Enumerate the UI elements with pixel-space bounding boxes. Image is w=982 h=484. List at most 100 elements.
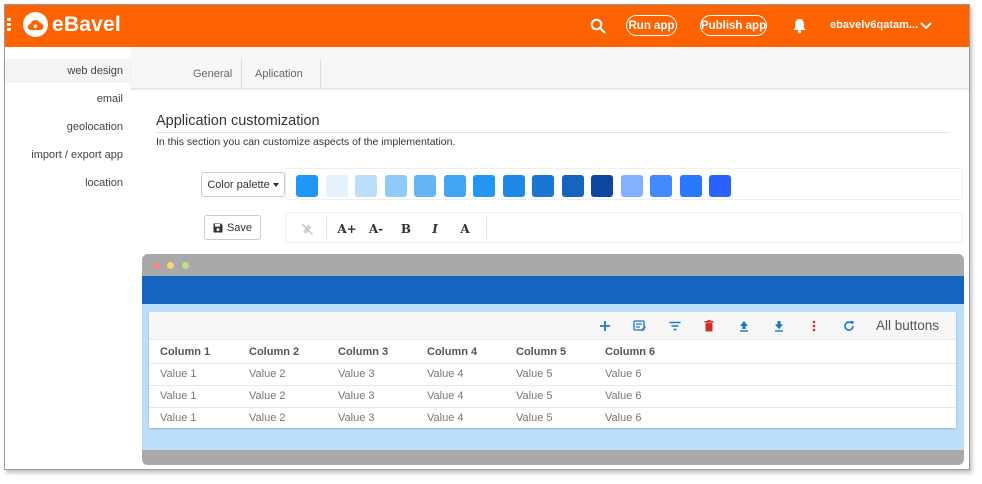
page-subtitle: In this section you can customize aspect… (156, 136, 456, 148)
preview-header (142, 276, 964, 304)
column-header: Column 6 (605, 346, 656, 358)
font-decrease-button[interactable]: A- (365, 219, 387, 239)
add-icon[interactable] (597, 318, 613, 334)
table-cell: Value 1 (160, 368, 197, 380)
tab-divider (320, 59, 321, 89)
color-swatch[interactable] (414, 175, 436, 197)
sidebar-item-import-export[interactable]: import / export app (5, 143, 131, 167)
app-name: eBavel (52, 12, 121, 36)
toolbar-divider (326, 217, 327, 239)
table-cell: Value 2 (249, 368, 286, 380)
bold-button[interactable]: B (395, 219, 417, 239)
column-header: Column 5 (516, 346, 567, 358)
tab-divider (241, 59, 242, 89)
column-header: Column 2 (249, 346, 300, 358)
row-divider (149, 407, 956, 408)
color-swatch[interactable] (443, 175, 466, 197)
caret-down-icon (272, 182, 279, 187)
table-cell: Value 2 (249, 412, 286, 424)
publish-app-button[interactable]: Publish app (700, 15, 767, 36)
window-close-dot (153, 262, 160, 269)
save-label: Save (226, 221, 253, 234)
color-swatch[interactable] (591, 175, 613, 197)
drag-handle-icon[interactable] (7, 18, 11, 34)
color-swatch[interactable] (679, 175, 702, 197)
color-swatch[interactable] (384, 175, 407, 197)
sidebar-item-location[interactable]: location (5, 171, 131, 195)
all-buttons-label[interactable]: All buttons (876, 318, 939, 333)
table-cell: Value 3 (338, 368, 375, 380)
edit-list-icon[interactable] (632, 318, 648, 334)
table-cell: Value 6 (605, 390, 642, 402)
column-header: Column 4 (427, 346, 478, 358)
sidebar-item-web-design[interactable]: web design (5, 59, 131, 83)
preview-table: All buttons Column 1 Column 2 Column 3 C… (149, 312, 956, 428)
app-preview: All buttons Column 1 Column 2 Column 3 C… (142, 254, 964, 465)
app-logo[interactable]: eBavel (23, 12, 121, 37)
color-swatch[interactable] (325, 175, 348, 197)
color-swatch[interactable] (620, 175, 643, 197)
color-swatch[interactable] (296, 175, 318, 197)
table-cell: Value 5 (516, 368, 553, 380)
table-cell: Value 5 (516, 390, 553, 402)
sidebar-item-geolocation[interactable]: geolocation (5, 115, 131, 139)
preview-body: All buttons Column 1 Column 2 Column 3 C… (142, 304, 964, 450)
tab-bar: General Aplication (131, 47, 969, 89)
font-toolbar: A+ A- B I A (285, 212, 963, 243)
eraser-disabled-icon[interactable] (296, 219, 318, 239)
table-cell: Value 4 (427, 412, 464, 424)
tab-aplication[interactable]: Aplication (249, 59, 309, 89)
page-title: Application customization (156, 113, 320, 129)
chevron-down-icon[interactable] (919, 16, 933, 36)
cloud-logo-icon (23, 12, 48, 37)
sidebar-item-email[interactable]: email (5, 87, 131, 111)
search-icon[interactable] (588, 16, 608, 36)
save-button[interactable]: Save (204, 215, 261, 240)
more-vertical-icon[interactable] (806, 318, 822, 334)
font-increase-button[interactable]: A+ (336, 219, 358, 239)
tab-general[interactable]: General (187, 59, 238, 89)
top-bar: eBavel Run app Publish app ebavelv6qatam… (5, 5, 969, 47)
table-cell: Value 1 (160, 412, 197, 424)
column-header: Column 3 (338, 346, 389, 358)
download-icon[interactable] (771, 318, 787, 334)
user-menu-label[interactable]: ebavelv6qatam... (830, 19, 918, 31)
color-swatch[interactable] (532, 175, 554, 197)
run-app-button[interactable]: Run app (626, 15, 677, 36)
floppy-disk-icon (213, 223, 223, 232)
color-palette-label: Color palette (207, 178, 270, 191)
column-header: Column 1 (160, 346, 211, 358)
color-swatch[interactable] (650, 175, 672, 197)
table-cell: Value 6 (605, 412, 642, 424)
color-swatch[interactable] (561, 175, 584, 197)
table-cell: Value 1 (160, 390, 197, 402)
window-maximize-dot (182, 262, 189, 269)
refresh-icon[interactable] (841, 318, 857, 334)
color-swatch[interactable] (473, 175, 495, 197)
color-swatch[interactable] (355, 175, 377, 197)
table-cell: Value 5 (516, 412, 553, 424)
color-swatch-bar (285, 168, 963, 200)
bell-icon[interactable] (789, 16, 809, 36)
color-swatch[interactable] (502, 175, 525, 197)
table-cell: Value 6 (605, 368, 642, 380)
filter-icon[interactable] (667, 318, 683, 334)
table-cell: Value 2 (249, 390, 286, 402)
color-palette-dropdown[interactable]: Color palette (201, 172, 285, 197)
sidebar: web design email geolocation import / ex… (5, 47, 131, 469)
toolbar-divider (486, 217, 487, 239)
preview-toolbar: All buttons (149, 312, 956, 340)
table-cell: Value 4 (427, 368, 464, 380)
color-swatch[interactable] (709, 175, 731, 197)
table-cell: Value 3 (338, 412, 375, 424)
app-window: eBavel Run app Publish app ebavelv6qatam… (4, 4, 970, 470)
font-color-button[interactable]: A (454, 219, 476, 239)
title-divider (156, 132, 949, 133)
table-cell: Value 4 (427, 390, 464, 402)
window-minimize-dot (167, 262, 174, 269)
italic-button[interactable]: I (424, 219, 446, 239)
row-divider (149, 363, 956, 364)
row-divider (149, 385, 956, 386)
upload-icon[interactable] (736, 318, 752, 334)
delete-icon[interactable] (701, 318, 717, 334)
